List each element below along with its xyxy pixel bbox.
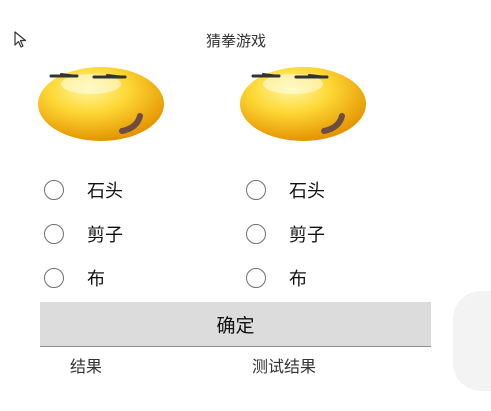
smiley-emoticon-icon — [38, 67, 164, 141]
player2-option-scissors[interactable]: 剪子 — [246, 212, 396, 256]
result-label: 结果 — [70, 357, 103, 376]
option-label: 剪子 — [87, 225, 123, 246]
radio-button[interactable] — [246, 224, 266, 244]
player1-option-scissors[interactable]: 剪子 — [44, 212, 194, 256]
player1-option-rock[interactable]: 石头 — [44, 168, 194, 212]
option-label: 布 — [87, 269, 105, 290]
player1-radio-group: 石头 剪子 布 — [44, 168, 194, 300]
player2-option-paper[interactable]: 布 — [246, 256, 396, 300]
option-label: 石头 — [289, 181, 325, 202]
option-label: 石头 — [87, 181, 123, 202]
player2-radio-group: 石头 剪子 布 — [246, 168, 396, 300]
radio-button[interactable] — [44, 268, 64, 288]
confirm-button[interactable]: 确定 — [40, 302, 431, 347]
page-title: 猜拳游戏 — [205, 32, 266, 50]
radio-button[interactable] — [246, 180, 266, 200]
rock-paper-scissors-screen: 猜拳游戏 石头 剪子 布 石头 剪子 布 确定 结果 测试结果 — [0, 0, 491, 411]
radio-button[interactable] — [44, 180, 64, 200]
background-decoration — [453, 291, 491, 391]
player2-option-rock[interactable]: 石头 — [246, 168, 396, 212]
option-label: 布 — [289, 269, 307, 290]
radio-button[interactable] — [246, 268, 266, 288]
smiley-emoticon-icon — [240, 67, 366, 141]
result-value: 测试结果 — [252, 357, 317, 376]
player1-option-paper[interactable]: 布 — [44, 256, 194, 300]
option-label: 剪子 — [289, 225, 325, 246]
radio-button[interactable] — [44, 224, 64, 244]
